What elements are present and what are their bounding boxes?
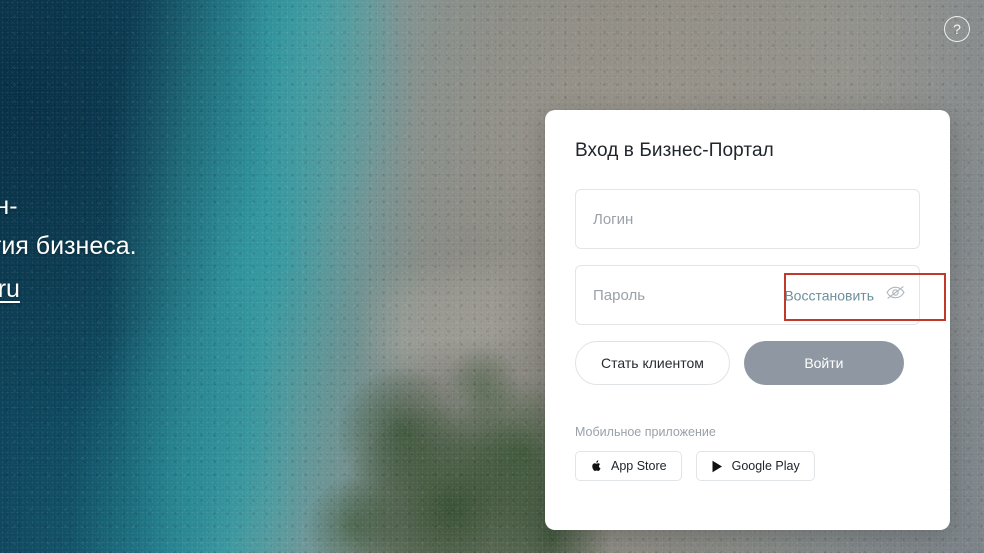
- login-card: Вход в Бизнес-Портал Логин Пароль Восста…: [545, 110, 950, 530]
- store-buttons: App Store Google Play: [575, 451, 920, 481]
- mobile-app-label: Мобильное приложение: [575, 425, 716, 439]
- promo-line-1: ных онлайн-: [0, 192, 18, 220]
- question-mark-icon: ?: [953, 21, 961, 37]
- play-triangle-icon: [711, 460, 723, 473]
- promo-line-2: для развития бизнеса.: [0, 232, 137, 260]
- password-actions: Восстановить: [784, 286, 905, 305]
- promo-website-link[interactable]: demyopen.ru: [0, 272, 20, 306]
- become-client-button[interactable]: Стать клиентом: [575, 341, 730, 385]
- app-store-button[interactable]: App Store: [575, 451, 682, 481]
- google-play-label: Google Play: [731, 459, 800, 473]
- recover-password-link[interactable]: Восстановить: [784, 287, 874, 303]
- help-button[interactable]: ?: [944, 16, 970, 42]
- password-field[interactable]: Пароль Восстановить: [575, 265, 946, 325]
- login-field[interactable]: Логин: [575, 189, 920, 249]
- card-title: Вход в Бизнес-Портал: [575, 140, 774, 161]
- app-store-label: App Store: [611, 459, 667, 473]
- login-screen: ? ных онлайн- для развития бизнеса. demy…: [0, 0, 984, 553]
- apple-icon: [590, 459, 602, 473]
- google-play-button[interactable]: Google Play: [695, 451, 815, 481]
- eye-off-icon[interactable]: [886, 286, 905, 305]
- sign-in-button[interactable]: Войти: [743, 341, 904, 385]
- action-buttons: Стать клиентом Войти: [575, 341, 920, 385]
- login-placeholder: Логин: [593, 210, 634, 228]
- password-placeholder: Пароль: [593, 286, 646, 304]
- promo-text: ных онлайн- для развития бизнеса. demyop…: [0, 186, 344, 306]
